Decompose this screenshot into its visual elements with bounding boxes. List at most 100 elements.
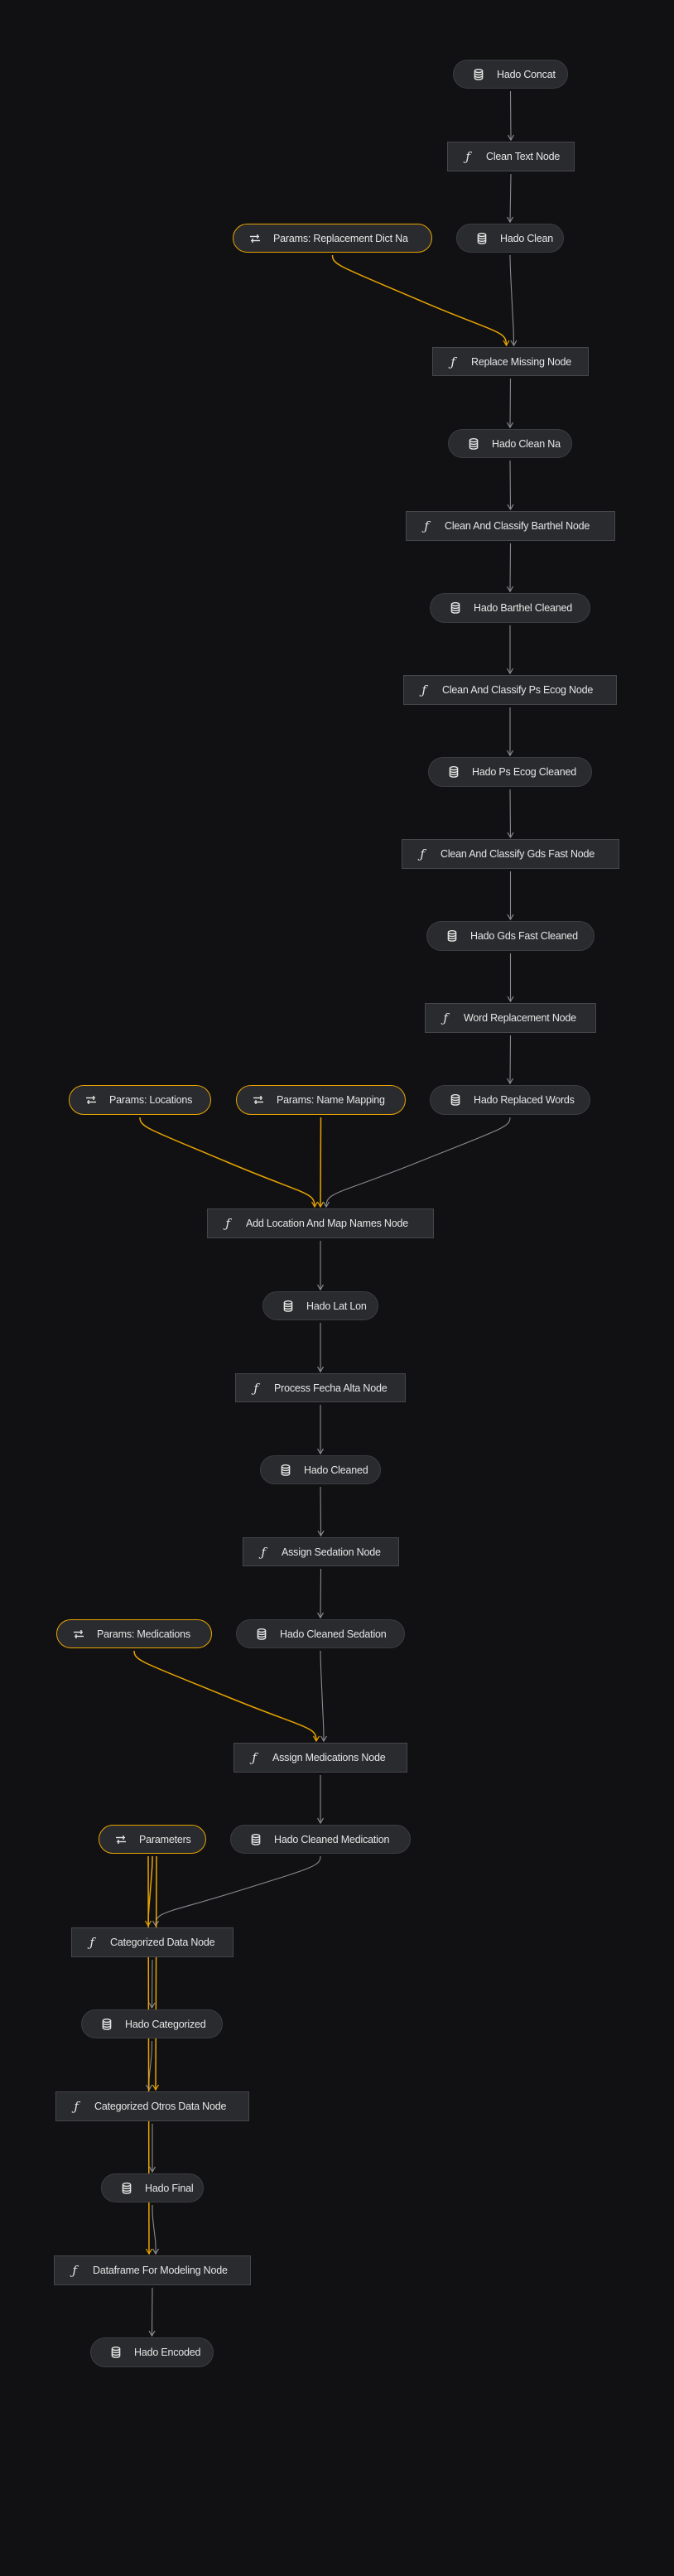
database-icon — [472, 68, 485, 81]
database-icon — [255, 1628, 268, 1641]
node-label: Params: Locations — [109, 1094, 193, 1106]
edge-categorized-data-node-to-hado-categorized — [151, 1959, 153, 2009]
node-hado-categorized[interactable]: Hado Categorized — [81, 2009, 223, 2038]
node-hado-gds-fast-cleaned[interactable]: Hado Gds Fast Cleaned — [426, 921, 595, 951]
node-replace-missing-node[interactable]: ƒ Replace Missing Node — [432, 347, 589, 376]
function-icon: ƒ — [72, 2263, 77, 2278]
edge-dataframe-for-modeling-node-to-hado-encoded — [151, 2287, 153, 2337]
node-categorized-data-node[interactable]: ƒ Categorized Data Node — [71, 1927, 233, 1957]
database-icon — [449, 601, 462, 615]
database-icon — [279, 1464, 292, 1477]
node-label: Hado Barthel Cleaned — [474, 602, 572, 614]
node-label: Hado Ps Ecog Cleaned — [472, 766, 576, 778]
node-hado-concat[interactable]: Hado Concat — [453, 60, 568, 89]
node-label: Hado Final — [145, 2182, 194, 2194]
node-label: Categorized Otros Data Node — [94, 2101, 227, 2112]
edge-params-replacement-dict-na-to-replace-missing-node — [331, 254, 508, 346]
edge-hado-ps-ecog-cleaned-to-clean-classify-gds-fast-node — [509, 789, 512, 838]
node-params-replacement-dict-na[interactable]: Params: Replacement Dict Na — [233, 224, 432, 253]
function-icon: ƒ — [465, 149, 470, 164]
database-icon — [109, 2346, 123, 2359]
node-categorized-otros-data-node[interactable]: ƒ Categorized Otros Data Node — [55, 2091, 249, 2121]
node-label: Params: Replacement Dict Na — [273, 232, 408, 244]
node-hado-lat-lon[interactable]: Hado Lat Lon — [262, 1291, 378, 1320]
database-icon — [249, 1833, 262, 1846]
node-label: Dataframe For Modeling Node — [93, 2265, 228, 2276]
node-hado-barthel-cleaned[interactable]: Hado Barthel Cleaned — [430, 593, 590, 623]
node-params-locations[interactable]: Params: Locations — [69, 1085, 211, 1115]
database-icon — [467, 437, 480, 451]
node-label: Clean And Classify Barthel Node — [445, 520, 590, 532]
parameters-icon — [84, 1093, 98, 1107]
node-label: Hado Cleaned Sedation — [280, 1628, 387, 1640]
database-icon — [100, 2018, 113, 2031]
edge-assign-sedation-node-to-hado-cleaned-sedation — [320, 1568, 322, 1618]
node-label: Hado Clean — [500, 232, 554, 244]
function-icon: ƒ — [252, 1750, 257, 1765]
node-hado-ps-ecog-cleaned[interactable]: Hado Ps Ecog Cleaned — [428, 757, 592, 787]
function-icon: ƒ — [421, 683, 426, 697]
edge-replace-missing-node-to-hado-clean-na — [509, 378, 512, 428]
node-hado-cleaned-sedation[interactable]: Hado Cleaned Sedation — [236, 1619, 405, 1648]
node-process-fecha-alta-node[interactable]: ƒ Process Fecha Alta Node — [235, 1373, 406, 1402]
function-icon: ƒ — [89, 1935, 94, 1950]
node-label: Assign Medications Node — [272, 1752, 386, 1763]
node-label: Hado Concat — [497, 68, 556, 80]
node-dataframe-for-modeling-node[interactable]: ƒ Dataframe For Modeling Node — [54, 2255, 251, 2285]
edge-word-replacement-node-to-hado-replaced-words — [509, 1035, 512, 1084]
node-label: Hado Categorized — [125, 2018, 206, 2030]
node-label: Hado Gds Fast Cleaned — [470, 930, 578, 942]
node-label: Hado Lat Lon — [306, 1300, 367, 1312]
pipeline-canvas[interactable]: Hado Concat ƒ Clean Text Node Params: Repla… — [0, 0, 674, 2576]
node-hado-encoded[interactable]: Hado Encoded — [90, 2337, 214, 2367]
function-icon: ƒ — [225, 1216, 230, 1231]
node-clean-classify-barthel-node[interactable]: ƒ Clean And Classify Barthel Node — [406, 511, 615, 541]
node-hado-cleaned[interactable]: Hado Cleaned — [260, 1455, 381, 1484]
node-word-replacement-node[interactable]: ƒ Word Replacement Node — [425, 1003, 596, 1033]
edge-hado-clean-na-to-clean-classify-barthel-node — [509, 460, 512, 510]
parameters-icon — [114, 1833, 128, 1846]
parameters-icon — [72, 1628, 85, 1641]
node-clean-classify-gds-fast-node[interactable]: ƒ Clean And Classify Gds Fast Node — [402, 839, 619, 869]
node-label: Hado Cleaned — [304, 1464, 368, 1476]
function-icon: ƒ — [450, 354, 455, 369]
parameters-icon — [248, 232, 262, 245]
node-label: Replace Missing Node — [471, 355, 572, 368]
edge-params-name-mapping-to-add-location-map-names-node — [320, 1117, 322, 1208]
node-hado-final[interactable]: Hado Final — [101, 2173, 204, 2202]
node-label: Params: Medications — [97, 1628, 190, 1640]
node-hado-replaced-words[interactable]: Hado Replaced Words — [430, 1085, 590, 1115]
database-icon — [475, 232, 489, 245]
edge-hado-cleaned-medication-to-categorized-data-node — [155, 1855, 321, 1927]
node-add-location-map-names-node[interactable]: ƒ Add Location And Map Names Node — [207, 1208, 434, 1238]
node-hado-clean[interactable]: Hado Clean — [456, 224, 564, 253]
node-assign-medications-node[interactable]: ƒ Assign Medications Node — [233, 1743, 407, 1773]
edge-clean-text-node-to-hado-clean — [509, 173, 512, 223]
node-label: Params: Name Mapping — [277, 1094, 385, 1106]
node-clean-text-node[interactable]: ƒ Clean Text Node — [447, 142, 575, 171]
node-params-medications[interactable]: Params: Medications — [56, 1619, 212, 1648]
node-label: Process Fecha Alta Node — [274, 1382, 388, 1394]
database-icon — [120, 2182, 133, 2195]
node-parameters[interactable]: Parameters — [99, 1825, 206, 1854]
node-hado-cleaned-medication[interactable]: Hado Cleaned Medication — [230, 1825, 411, 1854]
node-clean-classify-ps-ecog-node[interactable]: ƒ Clean And Classify Ps Ecog Node — [403, 675, 617, 705]
node-label: Hado Encoded — [134, 2347, 201, 2358]
node-label: Categorized Data Node — [110, 1937, 215, 1948]
node-label: Hado Clean Na — [492, 437, 561, 450]
node-hado-clean-na[interactable]: Hado Clean Na — [448, 429, 572, 458]
node-label: Assign Sedation Node — [282, 1546, 381, 1558]
edge-hado-clean-to-replace-missing-node — [509, 254, 515, 346]
edge-hado-cleaned-to-assign-sedation-node — [320, 1486, 322, 1536]
edge-hado-categorized-to-categorized-otros-data-node — [148, 2040, 153, 2091]
node-assign-sedation-node[interactable]: ƒ Assign Sedation Node — [243, 1537, 399, 1566]
database-icon — [282, 1300, 295, 1313]
node-label: Clean And Classify Gds Fast Node — [441, 848, 595, 860]
node-params-name-mapping[interactable]: Params: Name Mapping — [236, 1085, 406, 1115]
node-label: Hado Cleaned Medication — [274, 1833, 390, 1845]
edge-hado-concat-to-clean-text-node — [509, 90, 512, 141]
parameters-icon — [252, 1093, 265, 1107]
edge-hado-final-to-dataframe-for-modeling-node — [152, 2204, 156, 2255]
function-icon: ƒ — [74, 2099, 79, 2114]
edge-params-medications-to-assign-medications-node — [133, 1650, 317, 1742]
